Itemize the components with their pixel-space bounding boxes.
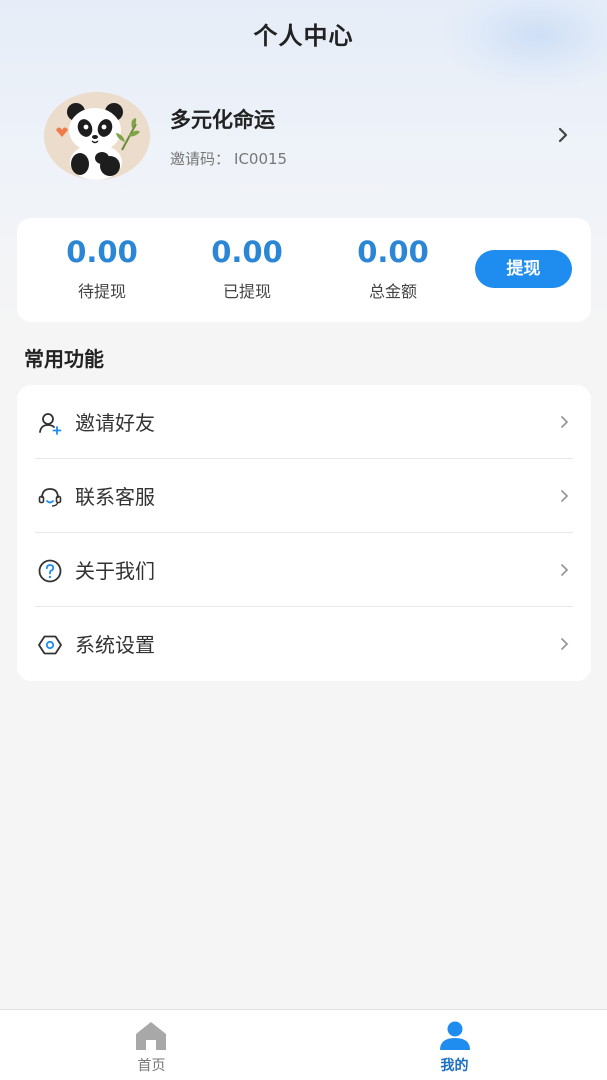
balance-card: 0.00 待提现 0.00 已提现 0.00 总金额 提现 <box>17 218 591 322</box>
settings-hexagon-icon <box>38 635 62 655</box>
avatar[interactable] <box>44 92 150 180</box>
total-label: 总金额 <box>368 282 417 301</box>
menu-label-contact-service: 联系客服 <box>75 485 155 509</box>
tab-label-home: 首页 <box>137 1058 166 1074</box>
invite-code-text: 邀请码： IC0015 <box>170 148 287 169</box>
profile-header[interactable]: 多元化命运 邀请码： IC0015 <box>44 92 584 182</box>
page-title: 个人中心 <box>253 22 354 50</box>
pending-label: 待提现 <box>77 282 126 301</box>
stat-withdrawn: 0.00 已提现 <box>187 234 307 302</box>
headset-icon <box>38 488 62 507</box>
question-circle-icon <box>38 559 62 583</box>
chevron-right-icon <box>561 416 569 428</box>
tab-label-mine: 我的 <box>440 1058 469 1074</box>
withdraw-button[interactable]: 提现 <box>475 250 572 288</box>
stat-total: 0.00 总金额 <box>333 234 453 302</box>
pending-amount: 0.00 <box>66 235 138 269</box>
stat-pending: 0.00 待提现 <box>42 234 162 302</box>
menu-item-system-settings[interactable]: 系统设置 <box>35 607 573 681</box>
bottom-tab-bar: 首页 我的 <box>0 1009 607 1080</box>
withdrawn-amount: 0.00 <box>211 235 283 269</box>
total-amount: 0.00 <box>357 235 429 269</box>
functions-menu: 邀请好友 联系客服 关于我们 系统设置 <box>17 385 591 681</box>
chevron-right-icon <box>561 564 569 576</box>
section-title-functions: 常用功能 <box>24 347 104 371</box>
invite-code-value: IC0015 <box>234 150 288 168</box>
menu-label-about-us: 关于我们 <box>75 559 155 583</box>
tab-home[interactable]: 首页 <box>0 1010 303 1080</box>
menu-item-invite-friends[interactable]: 邀请好友 <box>35 385 573 459</box>
menu-item-about-us[interactable]: 关于我们 <box>35 533 573 607</box>
panda-avatar-icon <box>44 92 150 180</box>
profile-name: 多元化命运 <box>170 108 275 132</box>
withdrawn-label: 已提现 <box>222 282 271 301</box>
add-user-icon <box>39 413 62 435</box>
tab-mine[interactable]: 我的 <box>303 1010 606 1080</box>
chevron-right-icon <box>561 638 569 650</box>
user-icon <box>440 1021 470 1050</box>
home-icon <box>136 1022 166 1050</box>
invite-code-label: 邀请码： <box>170 150 231 168</box>
chevron-right-icon <box>561 490 569 502</box>
menu-label-system-settings: 系统设置 <box>75 633 155 657</box>
menu-label-invite-friends: 邀请好友 <box>75 411 155 435</box>
menu-item-contact-service[interactable]: 联系客服 <box>35 459 573 533</box>
chevron-right-icon[interactable] <box>552 124 574 146</box>
